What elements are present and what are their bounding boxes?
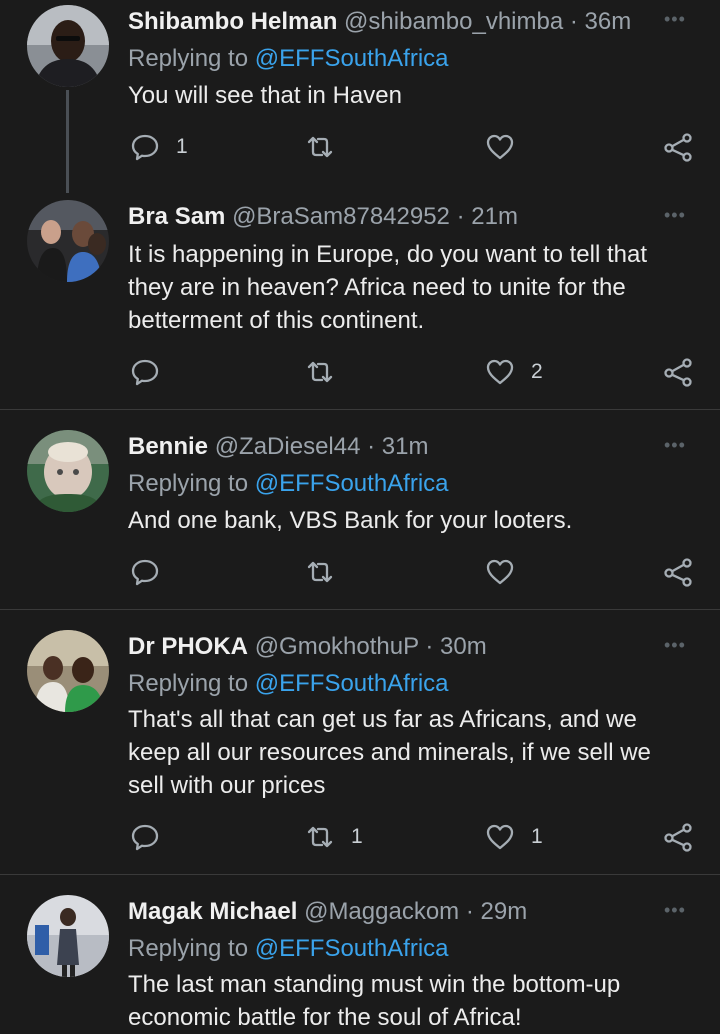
reply-icon <box>131 824 159 851</box>
share-icon <box>664 133 692 162</box>
tweet-text: You will see that in Haven <box>128 82 402 109</box>
tweet-divider <box>0 874 720 875</box>
like-icon <box>486 134 514 160</box>
more-options-icon[interactable]: ••• <box>664 636 692 654</box>
separator-dot: · <box>465 898 474 925</box>
share-icon <box>664 823 692 852</box>
retweet-icon <box>307 826 333 848</box>
like-count: 2 <box>531 360 543 383</box>
replying-to: Replying to @EFFSouthAfrica <box>128 468 449 500</box>
retweet-button[interactable] <box>305 552 351 592</box>
replying-prefix: Replying to <box>128 470 249 497</box>
reply-count: 1 <box>176 135 188 158</box>
tweet-divider <box>0 609 720 610</box>
more-options-icon[interactable]: ••• <box>664 436 692 454</box>
timestamp[interactable]: 31m <box>382 433 429 460</box>
retweet-button[interactable] <box>305 352 351 392</box>
separator-dot: · <box>367 433 376 460</box>
author-handle[interactable]: @GmokhothuP <box>255 633 419 660</box>
share-icon <box>664 558 692 587</box>
more-options-icon[interactable]: ••• <box>664 10 692 28</box>
tweet-header: Bra Sam @BraSam87842952 · 21m <box>128 201 650 233</box>
tweet-actions: 1 1 <box>0 817 720 857</box>
share-button[interactable] <box>663 127 693 167</box>
author-name[interactable]: Bra Sam <box>128 203 225 230</box>
like-button[interactable] <box>485 552 531 592</box>
tweet-text: And one bank, VBS Bank for your looters. <box>128 507 573 534</box>
replying-mention-link[interactable]: @EFFSouthAfrica <box>255 670 449 697</box>
replying-to: Replying to @EFFSouthAfrica <box>128 668 449 700</box>
reply-button[interactable]: 1 <box>130 127 188 167</box>
separator-dot: · <box>569 8 578 35</box>
avatar[interactable] <box>27 895 109 977</box>
like-button[interactable]: 1 <box>485 817 543 857</box>
author-handle[interactable]: @shibambo_vhimba <box>344 8 563 35</box>
like-count: 1 <box>531 825 543 848</box>
author-name[interactable]: Dr PHOKA <box>128 633 248 660</box>
author-handle[interactable]: @BraSam87842952 <box>232 203 450 230</box>
reply-button[interactable] <box>130 352 176 392</box>
more-options-icon[interactable]: ••• <box>664 206 692 224</box>
author-name[interactable]: Shibambo Helman <box>128 8 337 35</box>
tweet-actions: 2 <box>0 352 720 392</box>
timestamp[interactable]: 29m <box>481 898 528 925</box>
share-icon <box>664 358 692 387</box>
separator-dot: · <box>425 633 434 660</box>
tweet-header: Shibambo Helman @shibambo_vhimba · 36m <box>128 6 650 38</box>
replying-prefix: Replying to <box>128 45 249 72</box>
replying-prefix: Replying to <box>128 670 249 697</box>
retweet-icon <box>307 136 333 158</box>
like-icon <box>486 824 514 850</box>
tweet-text: It is happening in Europe, do you want t… <box>128 241 648 334</box>
like-icon <box>486 559 514 585</box>
replying-to: Replying to @EFFSouthAfrica <box>128 43 449 75</box>
author-handle[interactable]: @ZaDiesel44 <box>215 433 361 460</box>
avatar[interactable] <box>27 630 109 712</box>
timestamp[interactable]: 30m <box>440 633 487 660</box>
reply-icon <box>131 134 159 161</box>
separator-dot: · <box>456 203 465 230</box>
tweet-text: That's all that can get us far as Africa… <box>128 706 651 799</box>
retweet-icon <box>307 361 333 383</box>
tweet-actions <box>0 552 720 592</box>
retweet-count: 1 <box>351 825 363 848</box>
replying-to: Replying to @EFFSouthAfrica <box>128 933 449 965</box>
author-name[interactable]: Bennie <box>128 433 208 460</box>
avatar[interactable] <box>27 200 109 282</box>
more-options-icon[interactable]: ••• <box>664 901 692 919</box>
retweet-icon <box>307 561 333 583</box>
retweet-button[interactable]: 1 <box>305 817 363 857</box>
tweet-header: Dr PHOKA @GmokhothuP · 30m <box>128 631 650 663</box>
reply-button[interactable] <box>130 817 176 857</box>
share-button[interactable] <box>663 817 693 857</box>
replying-prefix: Replying to <box>128 935 249 962</box>
tweet-header: Magak Michael @Maggackom · 29m <box>128 896 650 928</box>
avatar[interactable] <box>27 430 109 512</box>
reply-icon <box>131 559 159 586</box>
tweet-divider <box>0 409 720 410</box>
reply-button[interactable] <box>130 552 176 592</box>
tweet-actions: 1 <box>0 127 720 167</box>
reply-icon <box>131 359 159 386</box>
share-button[interactable] <box>663 552 693 592</box>
timestamp[interactable]: 21m <box>471 203 518 230</box>
like-button[interactable] <box>485 127 531 167</box>
retweet-button[interactable] <box>305 127 351 167</box>
timestamp[interactable]: 36m <box>585 8 632 35</box>
like-icon <box>486 359 514 385</box>
like-button[interactable]: 2 <box>485 352 543 392</box>
replying-mention-link[interactable]: @EFFSouthAfrica <box>255 45 449 72</box>
replying-mention-link[interactable]: @EFFSouthAfrica <box>255 935 449 962</box>
avatar[interactable] <box>27 5 109 87</box>
replying-mention-link[interactable]: @EFFSouthAfrica <box>255 470 449 497</box>
tweet-header: Bennie @ZaDiesel44 · 31m <box>128 431 650 463</box>
share-button[interactable] <box>663 352 693 392</box>
tweet-text: The last man standing must win the botto… <box>128 971 621 1031</box>
author-name[interactable]: Magak Michael <box>128 898 297 925</box>
author-handle[interactable]: @Maggackom <box>304 898 459 925</box>
